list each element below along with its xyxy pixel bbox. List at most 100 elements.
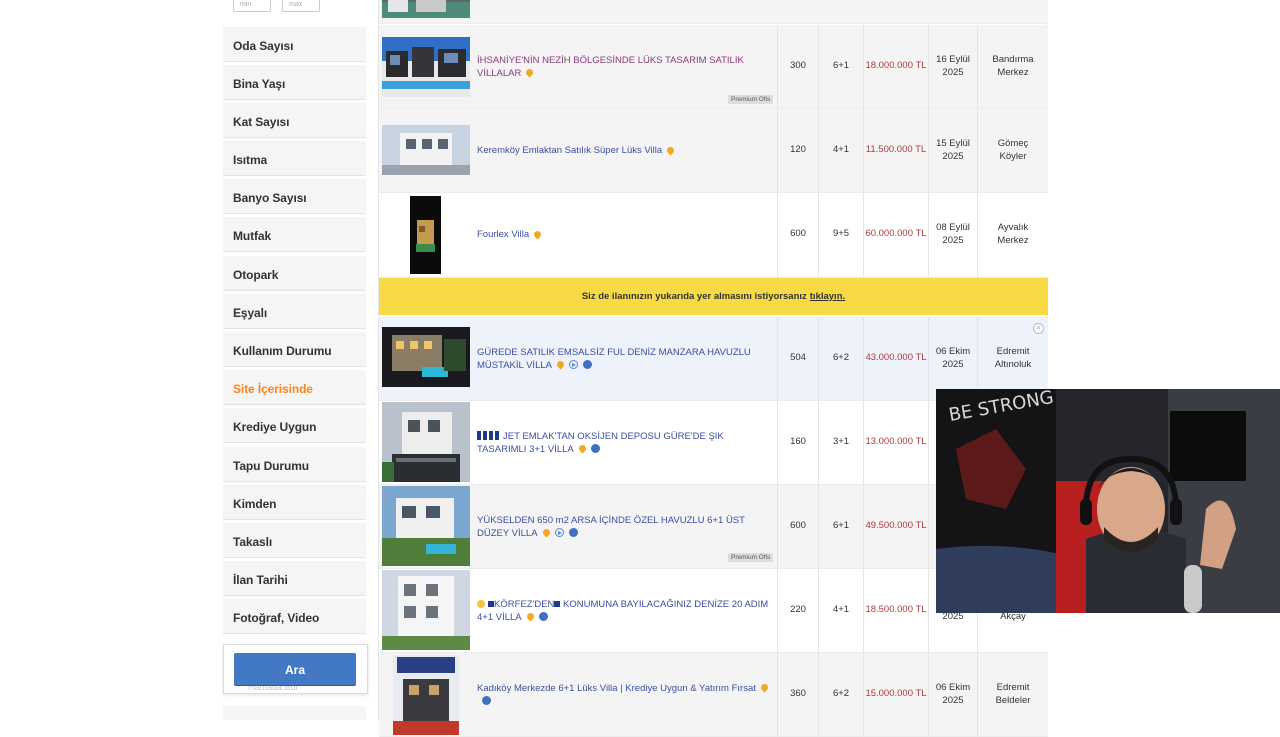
ad-banner: Siz de ilanınızın yukarıda yer almasını … — [379, 278, 1048, 315]
listing-m2: 600 — [790, 228, 806, 240]
listing-location: Edremit Beldeler — [995, 682, 1031, 706]
filter-kullanim-durumu[interactable]: Kullanım Durumu — [223, 332, 366, 367]
listing-location: Ayvalık Merkez — [997, 222, 1029, 246]
listing-thumbnail[interactable] — [382, 570, 470, 650]
listing-thumbnail[interactable] — [382, 486, 470, 566]
listing-rooms: 6+2 — [832, 688, 850, 700]
location-pin-icon — [577, 444, 588, 454]
table-row[interactable]: Keremköy Emlaktan Satılık Süper Lüks Vil… — [379, 109, 1048, 193]
listing-title[interactable]: KÖRFEZ'DEN KONUMUNA BAYILACAĞINIZ DENİZE… — [477, 569, 775, 652]
location-pin-icon — [759, 683, 770, 693]
listing-thumbnail[interactable] — [410, 196, 441, 274]
listing-price: 15.000.000 TL — [865, 688, 927, 700]
table-row[interactable]: Fourlex Villa 600 9+5 60.000.000 TL 08 E… — [379, 193, 1048, 278]
filter-ilan-tarihi[interactable]: İlan Tarihi — [223, 561, 366, 596]
listing-title[interactable]: Keremköy Emlaktan Satılık Süper Lüks Vil… — [477, 109, 775, 192]
search-button[interactable]: Ara — [234, 653, 356, 685]
video-icon — [568, 360, 578, 370]
virtual-tour-icon — [568, 528, 578, 538]
range-min-input[interactable]: min — [233, 0, 271, 12]
location-pin-icon — [532, 229, 543, 240]
location-pin-icon — [524, 68, 535, 78]
filter-esyali[interactable]: Eşyalı — [223, 294, 366, 329]
price-range: min max — [223, 0, 368, 14]
listing-thumbnail[interactable] — [382, 327, 470, 387]
listing-m2: 220 — [790, 604, 806, 616]
sidebar-bottom-item — [223, 706, 366, 720]
listing-location: Gömeç Köyler — [997, 138, 1029, 162]
virtual-tour-icon — [538, 612, 548, 622]
location-pin-icon — [541, 528, 551, 538]
virtual-tour-icon — [590, 444, 600, 454]
virtual-tour-icon — [482, 696, 491, 706]
premium-office-badge: Premium Ofis — [728, 553, 774, 562]
search-panel: Haritada Bul Ara — [223, 644, 368, 694]
listing-thumbnail[interactable] — [382, 37, 470, 97]
filter-otopark[interactable]: Otopark — [223, 256, 366, 291]
listing-rooms: 6+1 — [832, 60, 850, 72]
listing-thumbnail[interactable] — [382, 402, 470, 482]
listing-title[interactable]: JET EMLAK'TAN OKSİJEN DEPOSU GÜRE'DE ŞIK… — [477, 401, 775, 484]
listing-title[interactable]: GÜREDE SATILIK EMSALSİZ FUL DENİZ MANZAR… — [477, 317, 775, 400]
listing-m2: 360 — [790, 688, 806, 700]
close-icon[interactable]: × — [1033, 323, 1044, 334]
listing-m2: 300 — [790, 60, 806, 72]
listing-date: 06 Ekim 2025 — [935, 346, 971, 370]
filter-krediye-uygun[interactable]: Krediye Uygun — [223, 408, 366, 443]
filter-tapu-durumu[interactable]: Tapu Durumu — [223, 447, 366, 482]
location-pin-icon — [525, 612, 536, 622]
listing-m2: 160 — [790, 436, 806, 448]
sun-icon — [477, 599, 485, 608]
listing-date: 06 Ekim 2025 — [935, 682, 971, 706]
filter-oda-sayisi[interactable]: Oda Sayısı — [223, 27, 366, 62]
listing-price: 60.000.000 TL — [865, 228, 927, 240]
listing-title[interactable]: Kadıköy Merkezde 6+1 Lüks Villa | Krediy… — [477, 653, 775, 736]
listing-m2: 600 — [790, 520, 806, 532]
listing-rooms: 4+1 — [832, 604, 850, 616]
filter-kat-sayisi[interactable]: Kat Sayısı — [223, 103, 366, 138]
listing-price: 43.000.000 TL — [865, 352, 927, 364]
webcam-video: BE STRONG — [936, 389, 1280, 613]
ad-banner-link[interactable]: tıklayın. — [810, 291, 845, 302]
listing-date: 15 Eylül 2025 — [936, 138, 970, 162]
filter-kimden[interactable]: Kimden — [223, 485, 366, 520]
virtual-tour-icon — [582, 360, 592, 370]
ad-banner-text: Siz de ilanınızın yukarıda yer almasını … — [581, 291, 807, 302]
listing-thumbnail[interactable] — [382, 0, 470, 18]
listing-rooms: 6+2 — [832, 352, 850, 364]
video-icon — [554, 528, 564, 538]
listing-rooms: 9+5 — [832, 228, 850, 240]
listing-rooms: 6+1 — [832, 520, 850, 532]
filter-bina-yasi[interactable]: Bina Yaşı — [223, 65, 366, 100]
table-row[interactable]: İHSANİYE'NİN NEZİH BÖLGESİNDE LÜKS TASAR… — [379, 25, 1048, 109]
location-pin-icon — [555, 360, 566, 370]
listing-title[interactable]: Fourlex Villa — [477, 193, 775, 276]
listing-date: 16 Eylül 2025 — [936, 54, 970, 78]
listing-thumbnail[interactable] — [393, 655, 459, 735]
webcam-overlay: BE STRONG — [936, 389, 1280, 613]
listing-price: 13.000.000 TL — [865, 436, 927, 448]
premium-office-badge: Premium Ofis — [728, 95, 774, 104]
filter-takasli[interactable]: Takaslı — [223, 523, 366, 558]
filter-fotograf-video[interactable]: Fotoğraf, Video — [223, 599, 366, 634]
listing-price: 18.000.000 TL — [865, 60, 927, 72]
filter-isitma[interactable]: Isıtma — [223, 141, 366, 176]
listing-m2: 120 — [790, 144, 806, 156]
table-row[interactable]: Kadıköy Merkezde 6+1 Lüks Villa | Krediy… — [379, 653, 1048, 737]
location-pin-icon — [665, 145, 676, 156]
range-max-input[interactable]: max — [282, 0, 320, 12]
filter-sidebar: min max Oda Sayısı Bina Yaşı Kat Sayısı … — [223, 0, 368, 720]
listing-thumbnail[interactable] — [382, 125, 470, 175]
agency-logo-icon — [477, 431, 501, 441]
listing-price: 11.500.000 TL — [865, 144, 927, 156]
listing-date: 08 Eylül 2025 — [936, 222, 970, 246]
listing-location: Bandırma Merkez — [992, 54, 1034, 78]
filter-site-icerisinde[interactable]: Site İçerisinde — [223, 370, 366, 405]
listing-price: 18.500.000 TL — [865, 604, 927, 616]
table-row[interactable] — [379, 0, 1048, 24]
filter-mutfak[interactable]: Mutfak — [223, 217, 366, 252]
filter-banyo-sayisi[interactable]: Banyo Sayısı — [223, 179, 366, 214]
square-icon — [554, 600, 561, 607]
listing-rooms: 3+1 — [832, 436, 850, 448]
listing-rooms: 4+1 — [832, 144, 850, 156]
